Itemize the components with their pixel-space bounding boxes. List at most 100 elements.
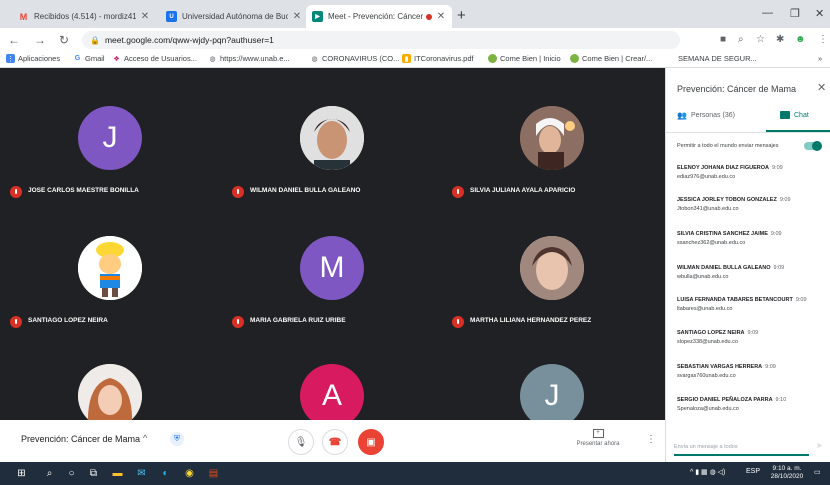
camera-off-button[interactable]: ▣: [358, 429, 384, 455]
send-icon[interactable]: ➤: [816, 441, 823, 450]
tray-icons[interactable]: ^ ▮ ▦ ◍ ◁): [690, 468, 725, 476]
avatar: M: [300, 236, 364, 300]
message-sender: WILMAN DANIEL BULLA GALEANO: [677, 265, 771, 271]
participant-name: MARTHA LILIANA HERNANDEZ PEREZ: [470, 317, 592, 324]
bookmark-acceso[interactable]: ❖ Acceso de Usuarios...: [112, 54, 197, 63]
participant-tile[interactable]: MARTHA LILIANA HERNANDEZ PEREZ: [442, 218, 662, 328]
windows-start-icon[interactable]: ⊞: [14, 466, 29, 481]
participant-tile[interactable]: J: [442, 346, 662, 420]
allow-messages-toggle[interactable]: [804, 141, 822, 151]
mic-off-icon: [232, 316, 244, 328]
bookmark-apps[interactable]: ⋮ Aplicaciones: [6, 54, 60, 63]
file-explorer-icon[interactable]: ▬: [110, 466, 125, 481]
profile-icon[interactable]: ☻: [795, 34, 806, 45]
task-view-icon[interactable]: ⧉: [86, 466, 101, 481]
more-options-icon[interactable]: ⋮: [646, 434, 656, 445]
minimize-icon[interactable]: —: [762, 7, 773, 19]
back-icon[interactable]: ←: [8, 33, 20, 47]
tab-label: Recibidos (4.514) - mordiz4150: [34, 12, 136, 21]
message-text: Spenaloza@unab.edu.co: [677, 406, 739, 412]
message-text: ssanchez362@unab.edu.co: [677, 240, 746, 246]
clock[interactable]: 9:10 a. m. 28/10/2020: [768, 465, 806, 481]
mic-off-icon: [10, 186, 22, 198]
bookmarks-bar: ⋮ Aplicaciones G Gmail ❖ Acceso de Usuar…: [0, 52, 830, 68]
close-icon[interactable]: ✕: [140, 11, 150, 22]
bookmark-semana[interactable]: SEMANA DE SEGUR...: [678, 54, 757, 63]
participant-name: SANTIAGO LOPEZ NEIRA: [28, 317, 108, 324]
message-time: 9:09: [779, 197, 791, 203]
participant-tile[interactable]: J JOSE CARLOS MAESTRE BONILLA: [0, 88, 220, 198]
language-indicator[interactable]: ESP: [746, 468, 760, 475]
tab-university[interactable]: U Universidad Autónoma de Bucar ✕: [160, 5, 308, 28]
forward-icon[interactable]: →: [34, 33, 46, 47]
chat-panel: Prevención: Cáncer de Mama ✕ 👥 Personas …: [665, 68, 830, 462]
chrome-icon[interactable]: ◉: [182, 466, 197, 481]
close-icon[interactable]: ✕: [436, 11, 446, 22]
bookmark-comebien-inicio[interactable]: Come Bien | Inicio: [488, 54, 561, 63]
allow-messages-row: Permitir a todo el mundo enviar mensajes: [677, 140, 827, 154]
participant-tile[interactable]: SILVIA JULIANA AYALA APARICIO: [442, 88, 662, 198]
meeting-title[interactable]: Prevención: Cáncer de Mama: [21, 434, 140, 444]
chat-message: LUISA FERNANDA TABARES BETANCOURT 9:09 lt…: [677, 297, 827, 312]
chat-message: SILVIA CRISTINA SANCHEZ JAIME 9:09 ssanch…: [677, 231, 827, 246]
tab-people[interactable]: 👥 Personas (36): [677, 111, 735, 120]
tab-gmail[interactable]: M Recibidos (4.514) - mordiz4150 ✕: [12, 5, 156, 28]
bookmark-gmail[interactable]: G Gmail: [73, 54, 105, 63]
search-icon[interactable]: ⌕: [42, 466, 57, 481]
message-time: 9:10: [775, 397, 787, 403]
bookmark-comebien-crear[interactable]: Come Bien | Crear/...: [570, 54, 652, 63]
edge-icon[interactable]: ◐: [158, 466, 173, 481]
cortana-icon[interactable]: ○: [64, 466, 79, 481]
address-bar[interactable]: 🔒 meet.google.com/qww-wjdy-pqn?authuser=…: [82, 31, 680, 49]
microphone-button[interactable]: 🎙: [288, 429, 314, 455]
participant-name: JOSE CARLOS MAESTRE BONILLA: [28, 187, 139, 194]
message-text: svargas760unab.edu.co: [677, 373, 736, 379]
mail-icon[interactable]: ✉: [134, 466, 149, 481]
close-icon[interactable]: ✕: [817, 81, 826, 94]
camera-icon[interactable]: ■: [720, 34, 726, 45]
bookmark-unab[interactable]: ◍ https://www.unab.e...: [208, 54, 289, 63]
message-text: ediaz976@unab.edu.co: [677, 174, 736, 180]
star-icon[interactable]: ☆: [756, 34, 765, 45]
google-icon: G: [74, 55, 81, 62]
bookmarks-overflow-icon[interactable]: »: [818, 54, 822, 63]
tab-meet[interactable]: ▶ Meet - Prevención: Cáncer c ✕: [306, 5, 452, 28]
message-sender: LUISA FERNANDA TABARES BETANCOURT: [677, 297, 793, 303]
bookmark-pdf[interactable]: ▮ ITCoronavirus.pdf: [402, 54, 474, 63]
meet-icon: ▶: [312, 11, 323, 22]
mic-off-icon: [10, 316, 22, 328]
bookmark-coronavirus[interactable]: ◍ CORONAVIRUS (CO...: [310, 54, 399, 63]
tab-chat[interactable]: Chat: [780, 111, 809, 119]
zoom-icon[interactable]: ⌕: [738, 34, 744, 45]
toggle-knob: [812, 141, 822, 151]
maximize-icon[interactable]: ❐: [790, 7, 800, 20]
chat-message: SANTIAGO LOPEZ NEIRA 9:09 slopez338@unab.…: [677, 330, 827, 345]
participant-tile[interactable]: M MARIA GABRIELA RUIZ URIBE: [222, 218, 442, 328]
close-icon[interactable]: ✕: [292, 11, 302, 22]
participant-tile[interactable]: [0, 346, 220, 420]
window-close-icon[interactable]: ✕: [815, 7, 824, 20]
reload-icon[interactable]: ↻: [59, 33, 69, 47]
powerpoint-icon[interactable]: ▤: [206, 466, 221, 481]
globe-icon: ◍: [209, 55, 216, 63]
chat-message-input[interactable]: Envía un mensaje a todos: [674, 442, 809, 456]
present-now-label: Presentar ahora: [576, 441, 620, 447]
gmail-icon: M: [19, 11, 28, 22]
participant-name: MARIA GABRIELA RUIZ URIBE: [250, 317, 346, 324]
menu-icon[interactable]: ⋮: [818, 34, 828, 45]
participant-tile[interactable]: A: [222, 346, 442, 420]
participant-tile[interactable]: WILMAN DANIEL BULLA GALEANO: [222, 88, 442, 198]
microphone-icon: 🎙: [294, 436, 308, 448]
present-now-button[interactable]: + Presentar ahora: [572, 429, 624, 447]
new-tab-button[interactable]: +: [457, 7, 466, 24]
chat-message: ELENOY JOHANA DIAZ FIGUEROA 9:09 ediaz976…: [677, 165, 827, 180]
message-text: wbulla@unab.edu.co: [677, 274, 729, 280]
chevron-up-icon[interactable]: ^: [143, 433, 147, 443]
hang-up-button[interactable]: ☎: [322, 429, 348, 455]
extension-icon[interactable]: ✱: [776, 34, 784, 45]
participant-tile[interactable]: SANTIAGO LOPEZ NEIRA: [0, 218, 220, 328]
pdf-icon: ▮: [402, 54, 411, 63]
people-icon: 👥: [677, 111, 687, 120]
notification-icon[interactable]: ▭: [814, 468, 821, 476]
shield-icon[interactable]: ⛨: [170, 432, 184, 446]
